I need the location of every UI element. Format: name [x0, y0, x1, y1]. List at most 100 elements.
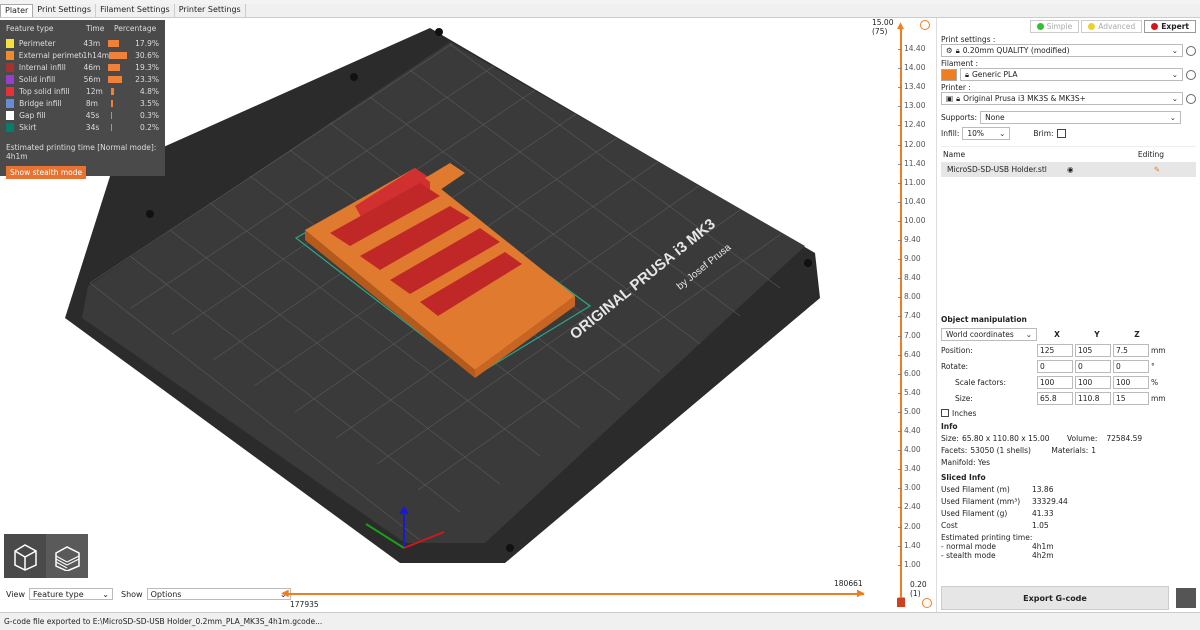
size-y-field[interactable]: 110.8: [1075, 391, 1111, 405]
mode-expert-button[interactable]: Expert: [1144, 20, 1196, 33]
filament-gear-icon[interactable]: [1186, 69, 1196, 80]
tab-bar: Plater Print Settings Filament Settings …: [0, 4, 1200, 18]
print-settings-select[interactable]: ⚙ 🔒︎ 0.20mm QUALITY (modified) ⌄: [941, 44, 1183, 57]
scale-x-field[interactable]: 100: [1037, 375, 1073, 389]
layers-view-button[interactable]: [46, 534, 88, 578]
chevron-down-icon: ⌄: [1025, 329, 1032, 339]
position-x-field[interactable]: 125: [1037, 343, 1073, 357]
layer-slider-top-handle-icon[interactable]: ▲: [897, 21, 904, 31]
position-y-field[interactable]: 105: [1075, 343, 1111, 357]
rotate-y-field[interactable]: 0: [1075, 359, 1111, 373]
printer-gear-icon[interactable]: [1186, 93, 1196, 104]
filament-label: Filament :: [941, 59, 979, 68]
mode-simple-button[interactable]: Simple: [1029, 20, 1080, 33]
layer-slider[interactable]: 15.00 (75) ▲ ▼ 14.4014.0013.4013.0012.40…: [870, 18, 936, 612]
layer-slider-track[interactable]: [900, 26, 902, 602]
coordinate-system-select[interactable]: World coordinates ⌄: [941, 327, 1037, 341]
scale-y-field[interactable]: 100: [1075, 375, 1111, 389]
export-gcode-button[interactable]: Export G-code: [941, 586, 1169, 610]
show-options-value: Options: [150, 589, 182, 599]
layer-tick-label: 12.40: [897, 120, 926, 130]
layer-tick-label: 14.40: [897, 44, 926, 53]
show-stealth-mode-button[interactable]: Show stealth mode: [6, 166, 87, 179]
inches-checkbox[interactable]: [941, 409, 949, 417]
legend-row[interactable]: Solid infill 56m 23.3%: [6, 73, 159, 85]
legend-color-swatch: [6, 122, 15, 132]
object-list-name-header: Name: [943, 150, 966, 159]
position-z-field[interactable]: 7.5: [1113, 343, 1149, 357]
supports-label: Supports:: [941, 113, 978, 122]
legend-feature-name: Bridge infill: [19, 98, 62, 108]
legend-feature-name: Gap fill: [19, 110, 46, 120]
legend-estimated-time: Estimated printing time [Normal mode]: 4…: [6, 143, 157, 161]
brim-checkbox[interactable]: [1056, 129, 1066, 138]
tab-plater[interactable]: Plater: [0, 4, 34, 17]
3d-view-button[interactable]: [4, 534, 46, 578]
slider-right-handle-icon[interactable]: ▶: [857, 588, 865, 599]
object-name: MicroSD-SD-USB Holder.stl: [947, 165, 1047, 174]
layer-slider-top-value: 15.00: [872, 18, 894, 27]
axis-z-label: Z: [1134, 329, 1140, 339]
edit-settings-icon[interactable]: ✎: [1154, 165, 1160, 174]
chevron-down-icon: ⌄: [1171, 70, 1178, 79]
object-list-row[interactable]: MicroSD-SD-USB Holder.stl ◉ ✎: [941, 162, 1196, 177]
horizontal-slider-track[interactable]: [284, 593, 864, 595]
layer-tick-label: 10.40: [897, 196, 926, 206]
brim-label: Brim:: [1033, 129, 1054, 138]
print-settings-gear-icon[interactable]: [1186, 45, 1196, 56]
legend-row[interactable]: Perimeter 43m 17.9%: [6, 37, 159, 49]
layer-slider-bottom-value: 0.20: [910, 580, 927, 589]
rotate-z-field[interactable]: 0: [1113, 359, 1149, 373]
filament-select[interactable]: 🔒︎ Generic PLA ⌄: [960, 68, 1183, 81]
stealth-mode-value: 4h2m: [1032, 551, 1054, 560]
layer-tick-label: 1.00: [898, 559, 921, 569]
infill-select[interactable]: 10% ⌄: [962, 127, 1011, 140]
chevron-down-icon: ⌄: [1171, 94, 1178, 103]
layer-settings-cog-icon[interactable]: [922, 598, 932, 608]
legend-row[interactable]: Internal infill 46m 19.3%: [6, 61, 159, 73]
inches-label: Inches: [952, 408, 977, 418]
legend-percentage-bar: [111, 111, 112, 119]
legend-row[interactable]: External perimeter 1h14m 30.6%: [6, 49, 159, 61]
slider-left-handle-icon[interactable]: ◀: [281, 588, 289, 599]
sd-card-export-icon[interactable]: [1176, 588, 1196, 608]
layer-tick-label: 9.00: [898, 254, 921, 264]
size-z-field[interactable]: 15: [1113, 391, 1149, 405]
legend-percentage-bar: [109, 51, 128, 59]
legend-feature-name: Skirt: [19, 122, 37, 132]
legend-feature-percentage: 0.2%: [139, 122, 159, 132]
layer-tick-label: 2.00: [898, 521, 921, 531]
legend-row[interactable]: Top solid infill 12m 4.8%: [6, 85, 159, 97]
cost-label: Cost: [941, 521, 958, 530]
show-options-select[interactable]: Options ⌄: [146, 588, 291, 600]
legend-row[interactable]: Skirt 34s 0.2%: [6, 121, 159, 133]
tab-filament-settings[interactable]: Filament Settings: [96, 4, 175, 17]
show-label: Show: [120, 589, 143, 599]
legend-row[interactable]: Bridge infill 8m 3.5%: [6, 97, 159, 109]
layer-tick-label: 4.00: [898, 445, 921, 455]
expert-dot-icon: [1151, 23, 1159, 30]
filament-color-swatch[interactable]: [941, 68, 957, 81]
materials-label: Materials:: [1051, 446, 1089, 455]
view-type-select[interactable]: Feature type ⌄: [28, 588, 113, 600]
rotate-x-field[interactable]: 0: [1037, 359, 1073, 373]
legend-feature-percentage: 30.6%: [135, 50, 159, 60]
visibility-eye-icon[interactable]: ◉: [1067, 165, 1074, 174]
lock-icon[interactable]: [897, 598, 905, 607]
mode-advanced-button[interactable]: Advanced: [1081, 20, 1143, 33]
layer-cog-icon[interactable]: [920, 20, 930, 30]
layer-tick-label: 7.40: [898, 311, 921, 321]
legend-feature-time: 12m: [85, 86, 103, 96]
3d-viewport[interactable]: ORIGINAL PRUSA i3 MK3 by Josef Prusa Fea…: [0, 18, 870, 584]
scale-z-field[interactable]: 100: [1113, 375, 1149, 389]
layer-tick-label: 5.40: [898, 387, 921, 397]
tab-printer-settings[interactable]: Printer Settings: [174, 4, 246, 17]
layer-tick-label: 5.00: [898, 406, 921, 416]
legend-row[interactable]: Gap fill 45s 0.3%: [6, 109, 159, 121]
supports-select[interactable]: None ⌄: [980, 111, 1181, 124]
tab-print-settings[interactable]: Print Settings: [33, 4, 97, 17]
printer-select[interactable]: ▣ 🔒︎ Original Prusa i3 MK3S & MK3S+ ⌄: [941, 92, 1183, 105]
size-x-field[interactable]: 65.8: [1037, 391, 1073, 405]
horizontal-slider-left-value: 177935: [290, 600, 319, 609]
axis-x-label: X: [1054, 329, 1060, 339]
